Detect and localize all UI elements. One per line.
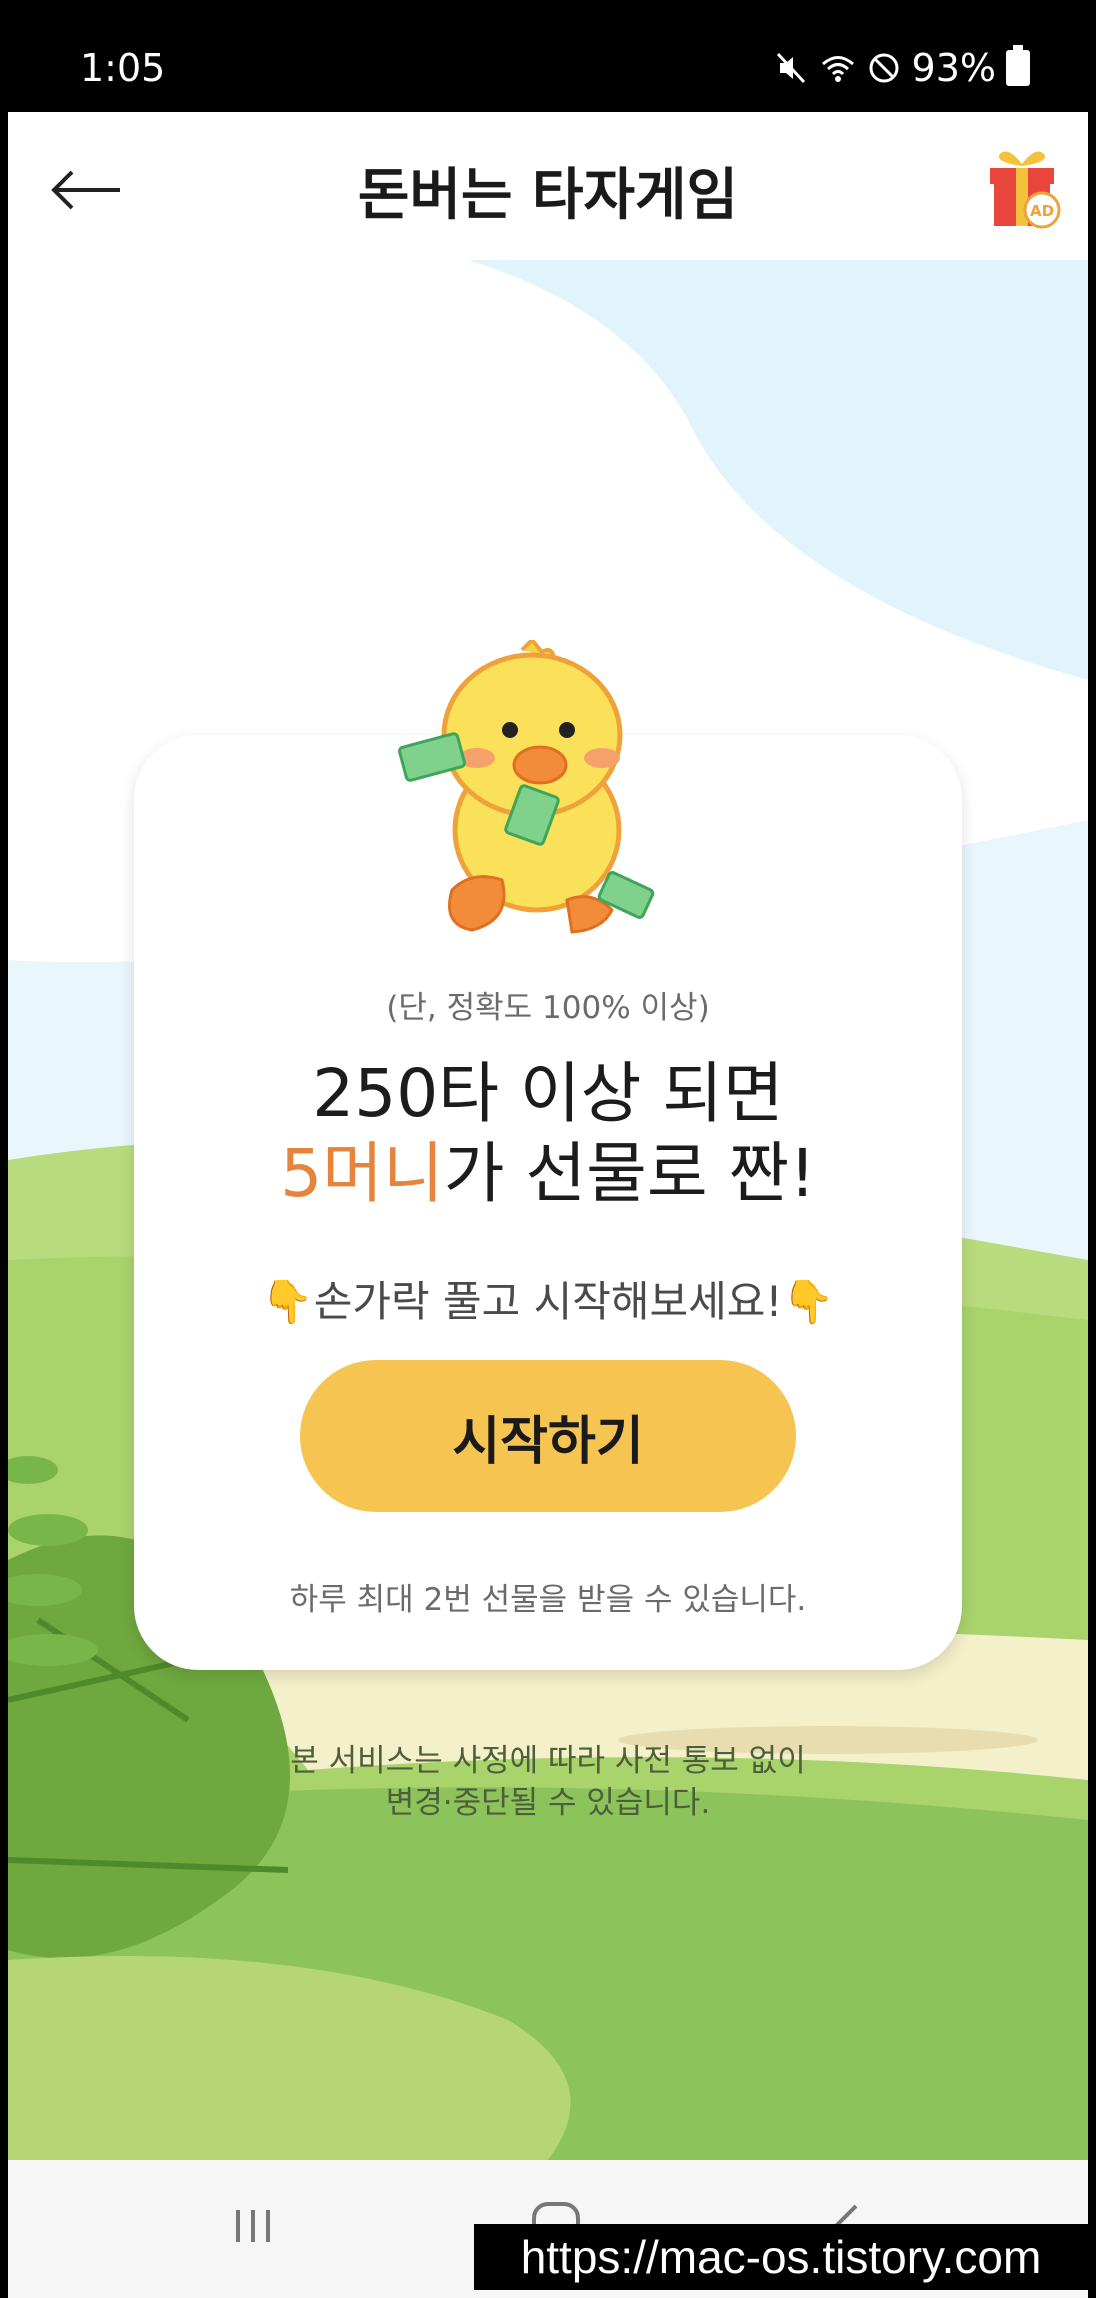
start-button[interactable]: 시작하기 [300,1360,796,1512]
status-bar: 1:05 93% [0,0,1096,112]
gift-ad-icon[interactable]: AD [982,144,1062,230]
recent-apps-icon[interactable] [228,2206,278,2246]
watermark-url: https://mac-os.tistory.com [474,2224,1088,2290]
reward-text: 가 선물로 짠! [443,1135,816,1212]
reward-amount: 5머니가 선물로 짠! [134,1120,962,1216]
status-time: 1:05 [80,46,166,90]
page-title: 돈버는 타자게임 [357,163,739,228]
status-icons: 93% [774,45,1030,90]
do-not-disturb-icon [869,53,899,83]
start-hint: 👇손가락 풀고 시작해보세요!👇 [261,1277,835,1326]
battery-icon [1006,45,1030,86]
daily-limit-note: 하루 최대 2번 선물을 받을 수 있습니다. [289,1582,807,1618]
screen-border-right [1088,112,1096,2298]
gift-ad-badge: AD [1030,202,1054,220]
app-bar: 돈버는 타자게임 AD [8,112,1088,260]
battery-percent: 93% [911,46,996,90]
service-notice-line1: 본 서비스는 사정에 따라 사전 통보 없이 [290,1743,806,1779]
service-notice-line2: 변경·중단될 수 있습니다. [385,1785,711,1821]
service-notice: 본 서비스는 사정에 따라 사전 통보 없이 변경·중단될 수 있습니다. [200,1740,896,1824]
mute-icon [776,52,805,84]
reward-money: 5머니 [280,1135,444,1212]
duck-mascot-icon [398,640,655,934]
wifi-icon [821,56,854,82]
accuracy-note: (단, 정확도 100% 이상) [386,990,710,1026]
screen-border-left [0,112,8,2298]
